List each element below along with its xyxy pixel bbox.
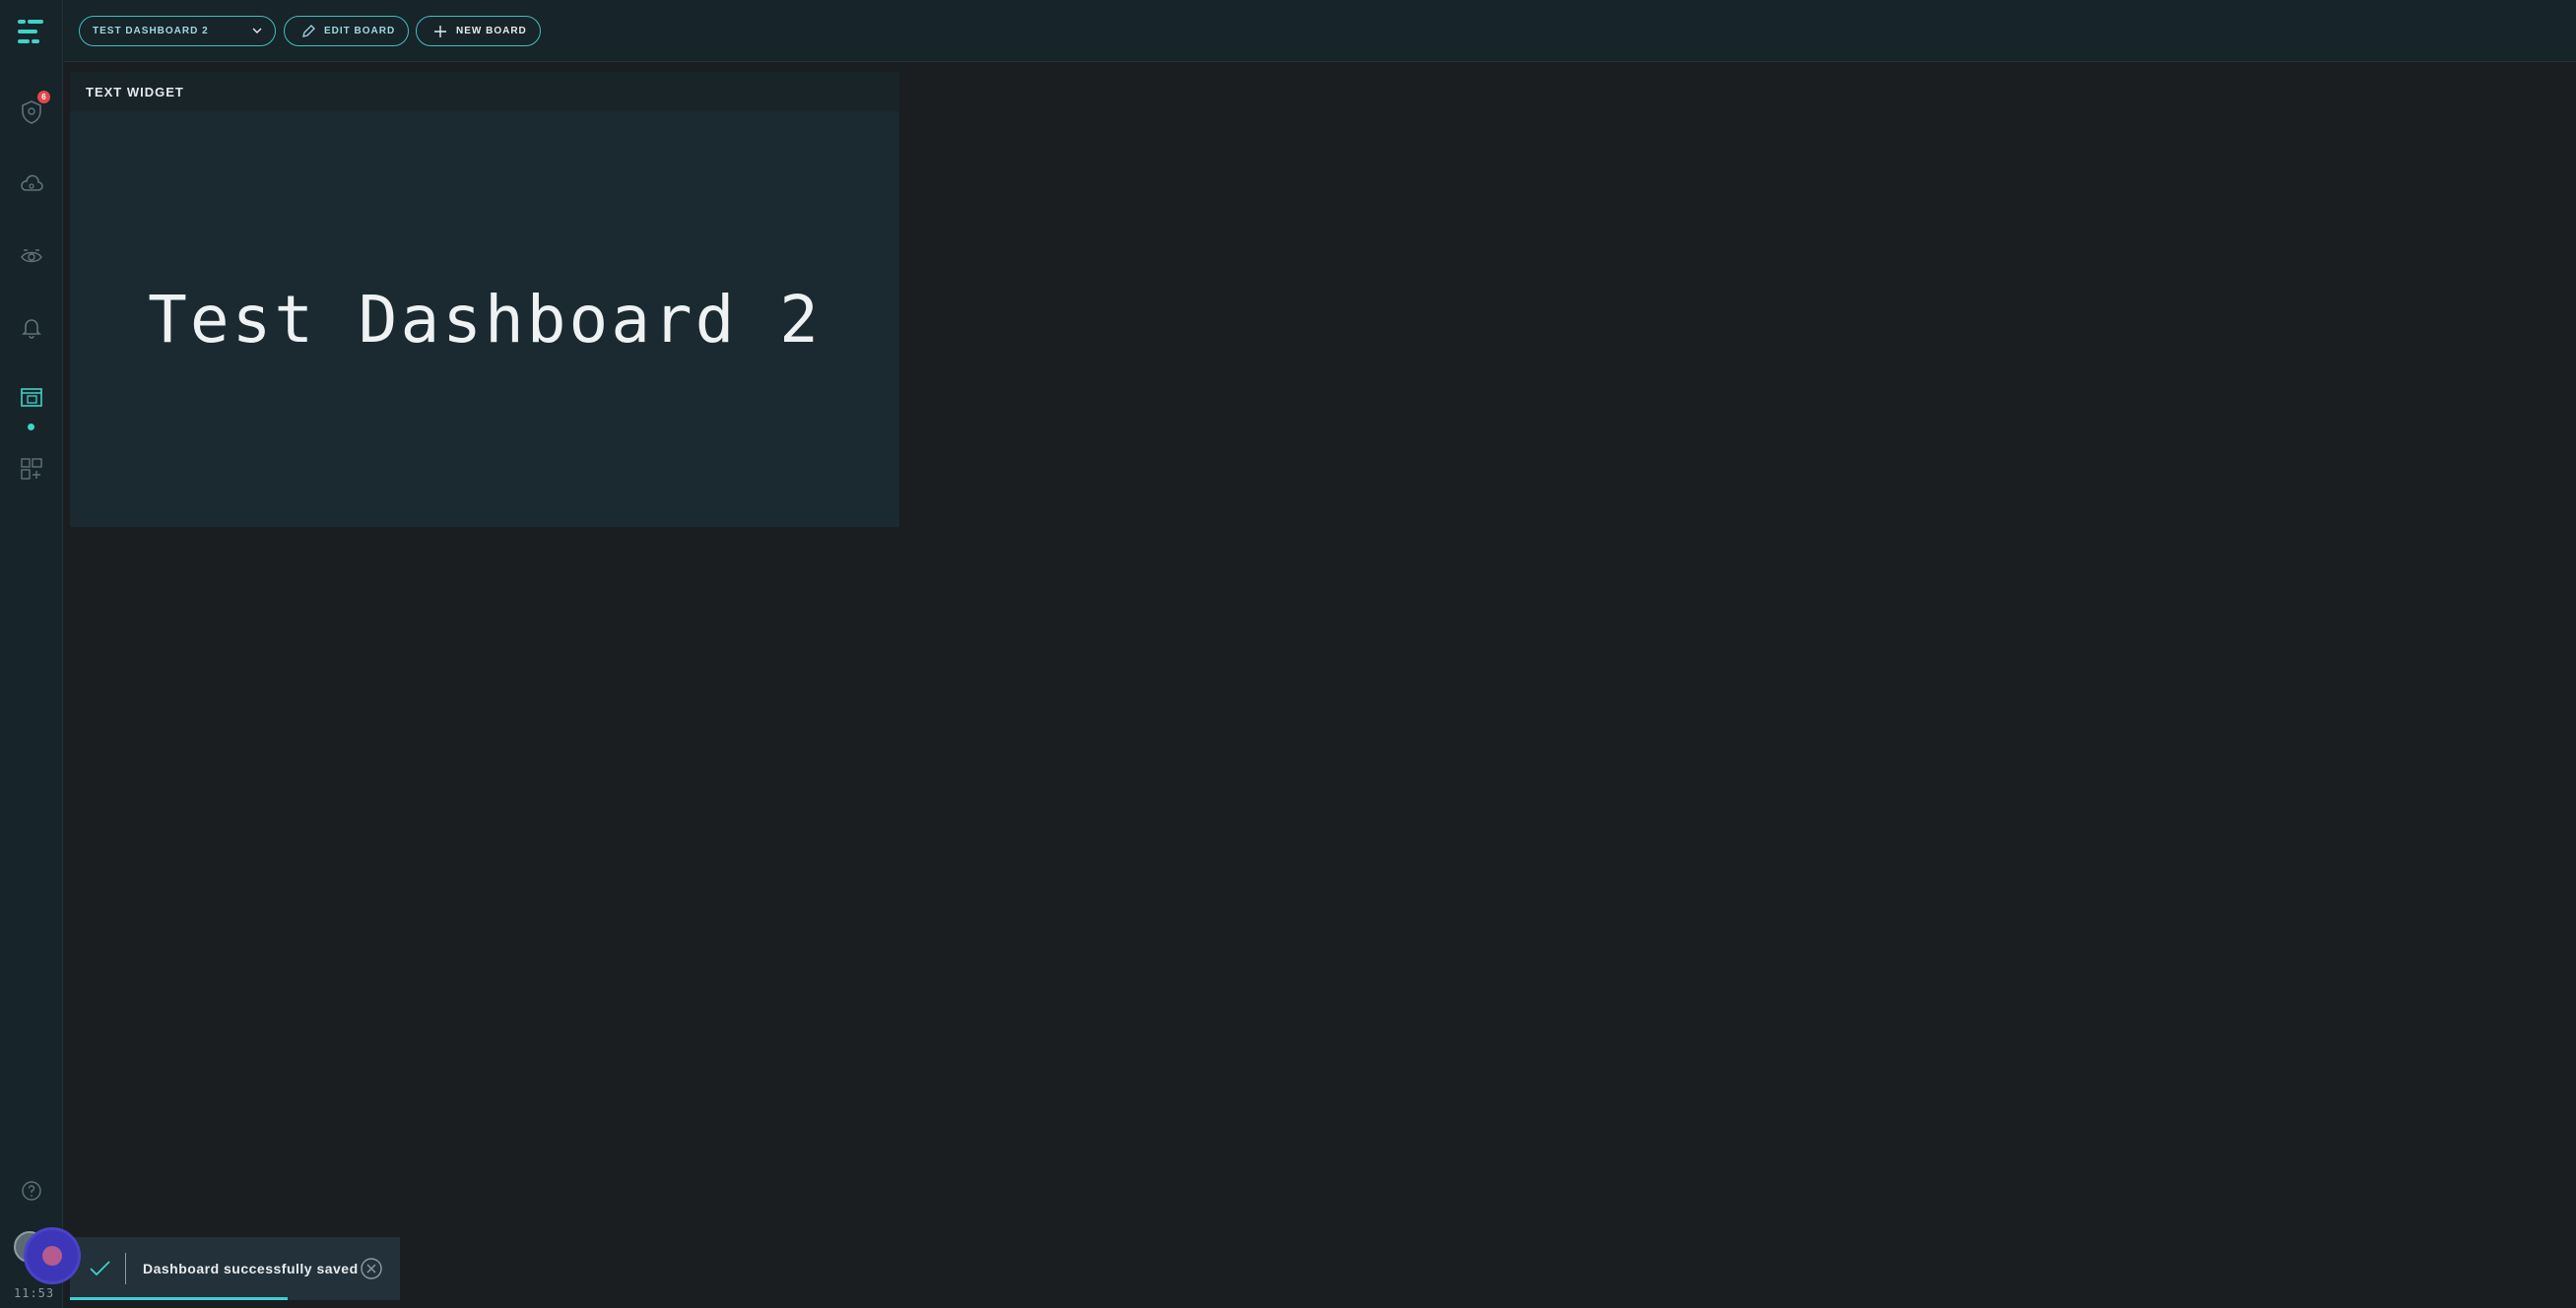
widget-header: TEXT WIDGET: [70, 72, 899, 111]
dashboard-icon: [21, 388, 42, 407]
record-dot-icon: [42, 1246, 62, 1266]
cloud-icon: [21, 174, 43, 191]
sidebar-item-dashboards[interactable]: [14, 380, 49, 416]
sidebar: 6 11:53: [0, 0, 63, 1308]
record-button[interactable]: [24, 1227, 81, 1284]
edit-board-label: EDIT BOARD: [324, 26, 396, 36]
sidebar-item-threats[interactable]: 6: [14, 91, 50, 130]
plus-icon: [434, 25, 446, 37]
widget-body: Test Dashboard 2: [70, 111, 899, 527]
eye-scan-icon: [21, 249, 42, 263]
chevron-down-icon: [252, 28, 262, 33]
app-logo-icon[interactable]: [14, 18, 49, 45]
new-board-button[interactable]: NEW BOARD: [416, 16, 541, 46]
sidebar-item-visibility[interactable]: [14, 238, 49, 274]
toast-notification: Dashboard successfully saved: [70, 1237, 400, 1300]
add-widget-icon: [21, 458, 42, 480]
toast-progress-bar: [70, 1297, 289, 1300]
toast-message: Dashboard successfully saved: [143, 1261, 359, 1276]
sidebar-item-cloud[interactable]: [14, 166, 49, 202]
active-indicator: [28, 424, 34, 430]
text-widget[interactable]: TEXT WIDGET Test Dashboard 2: [70, 72, 899, 527]
widget-text: Test Dashboard 2: [148, 281, 822, 358]
bell-icon: [22, 319, 41, 339]
help-icon[interactable]: [21, 1180, 42, 1202]
board-select[interactable]: TEST DASHBOARD 2: [79, 16, 276, 46]
close-icon[interactable]: [360, 1257, 383, 1280]
clock: 11:53: [14, 1286, 55, 1300]
edit-board-button[interactable]: EDIT BOARD: [284, 16, 409, 46]
top-bar: TEST DASHBOARD 2 EDIT BOARD NEW BOARD: [64, 0, 2576, 62]
new-board-label: NEW BOARD: [456, 26, 527, 36]
sidebar-item-add-widget[interactable]: [14, 451, 49, 487]
sidebar-item-alerts[interactable]: [14, 309, 49, 345]
notification-badge: 6: [37, 91, 50, 103]
check-icon: [90, 1261, 110, 1276]
pencil-icon: [302, 24, 315, 37]
board-select-label: TEST DASHBOARD 2: [93, 26, 209, 36]
toast-divider: [125, 1253, 126, 1284]
